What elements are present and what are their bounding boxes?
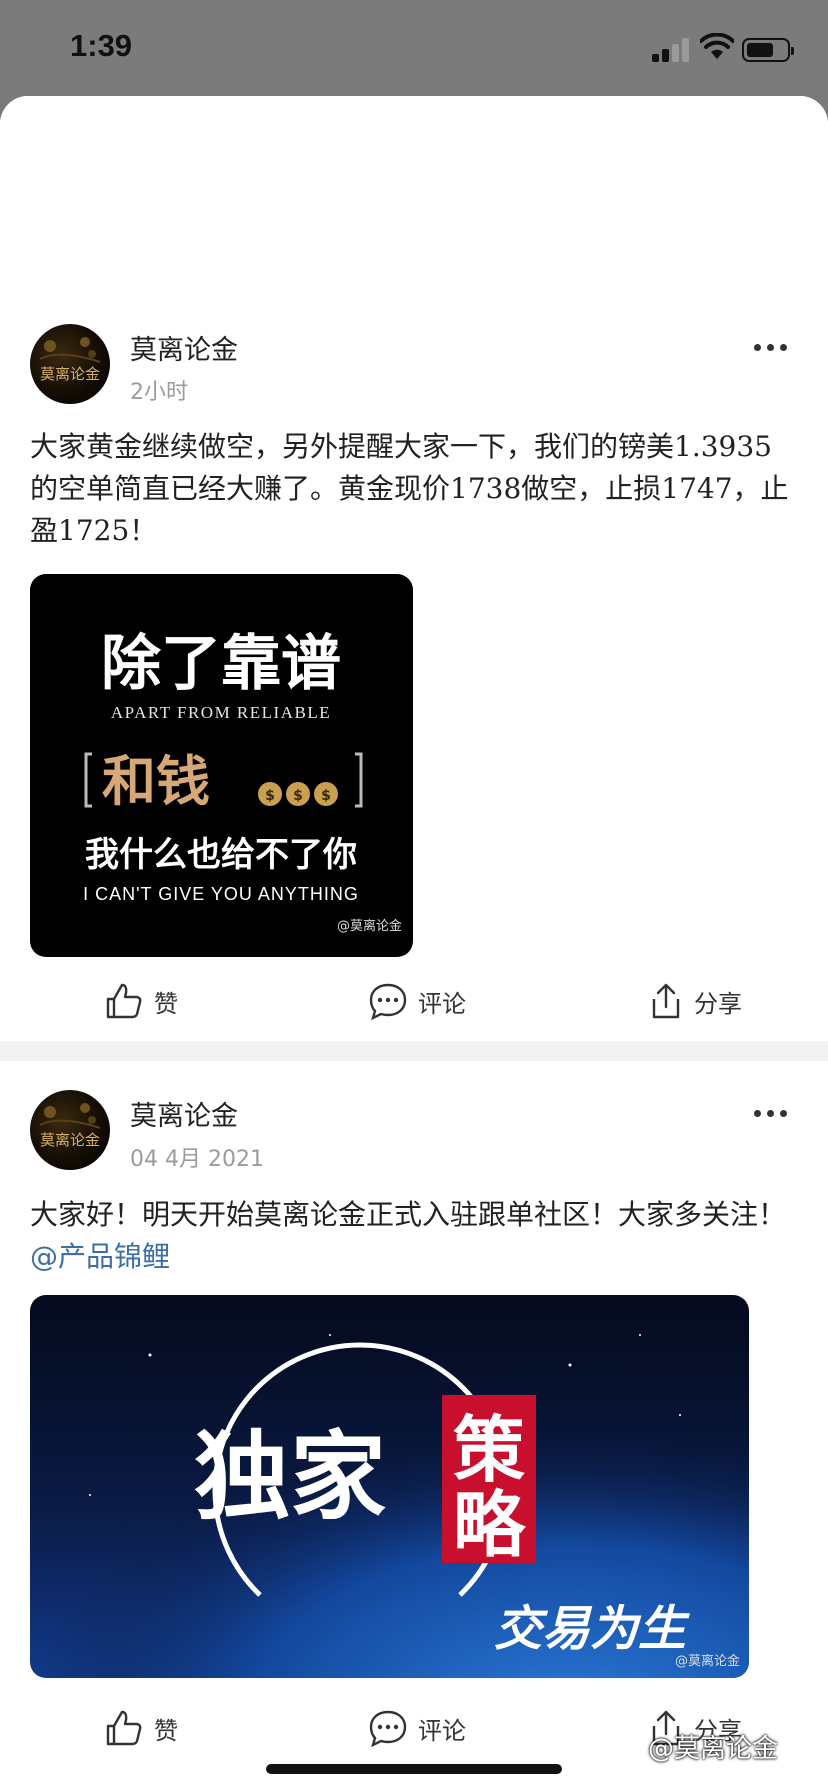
image-red-text-1: 策 (453, 1408, 525, 1492)
image-watermark: @莫离论金 (675, 1653, 740, 1669)
image-red-text-2: 略 (453, 1483, 527, 1567)
comment-label: 评论 (418, 989, 466, 1018)
screenshot-watermark: @莫离论金 (648, 1734, 779, 1764)
post-time: 2小时 (130, 380, 188, 405)
comment-button[interactable]: 评论 (368, 971, 466, 1031)
post-card: 莫离论金 莫离论金 2小时 大家黄金继续做空，另外提醒大家一下，我们的镑美1.3… (0, 96, 828, 1041)
image-big-text: 独家 (194, 1421, 386, 1533)
post-time: 04 4月 2021 (130, 1147, 264, 1172)
image-watermark: @莫离论金 (337, 918, 402, 934)
svg-text:莫离论金: 莫离论金 (40, 1131, 100, 1149)
money-bag-icon: $ $ $ (258, 782, 338, 806)
like-label: 赞 (154, 1716, 178, 1745)
post-text: 大家黄金继续做空，另外提醒大家一下，我们的镑美1.3935的空单简直已经大赚了。… (30, 430, 789, 547)
comment-button[interactable]: 评论 (368, 1698, 466, 1758)
mention-link[interactable]: @产品锦鲤 (30, 1240, 170, 1273)
image-line5: I CAN'T GIVE YOU ANYTHING (83, 884, 359, 904)
avatar-image: 莫离论金 (39, 337, 101, 383)
post-actions: 赞 评论 分享 (0, 971, 828, 1031)
svg-text:$: $ (293, 788, 303, 804)
thumbs-up-icon (106, 1710, 142, 1746)
post-author[interactable]: 莫离论金 (130, 328, 238, 367)
avatar[interactable]: 莫离论金 (30, 324, 110, 404)
svg-text:莫离论金: 莫离论金 (40, 365, 100, 383)
image-slogan: 交易为生 (494, 1601, 690, 1657)
status-time: 1:39 (70, 28, 133, 63)
post-card: 莫离论金 莫离论金 04 4月 2021 大家好！明天开始莫离论金正式入驻跟单社… (0, 1061, 828, 1792)
cellular-signal-icon (652, 38, 692, 62)
image-headline: 除了靠谱 (101, 629, 341, 699)
home-indicator[interactable] (266, 1764, 562, 1774)
post-image[interactable]: 除了靠谱 APART FROM RELIABLE 和钱 $ $ $ 我什么也给不… (30, 574, 413, 957)
post-text: 大家好！明天开始莫离论金正式入驻跟单社区！大家多关注！@产品锦鲤 (30, 1198, 787, 1273)
post-divider (0, 1041, 828, 1061)
image-subline: APART FROM RELIABLE (111, 703, 331, 722)
share-icon (652, 983, 680, 1019)
image-line4: 我什么也给不了你 (85, 835, 357, 875)
like-label: 赞 (154, 989, 178, 1018)
svg-text:$: $ (265, 788, 275, 804)
wifi-icon (700, 33, 734, 59)
thumbs-up-icon (106, 983, 142, 1019)
share-button[interactable]: 分享 (648, 971, 742, 1031)
post-image[interactable]: 独家 策 略 交易为生 @莫离论金 (30, 1295, 749, 1678)
comment-icon (369, 1710, 407, 1748)
post-author[interactable]: 莫离论金 (130, 1094, 238, 1133)
share-label: 分享 (694, 989, 742, 1018)
comment-icon (369, 983, 407, 1021)
status-bar: 1:39 (0, 0, 828, 96)
avatar-image: 莫离论金 (39, 1103, 101, 1149)
comment-label: 评论 (418, 1716, 466, 1745)
like-button[interactable]: 赞 (104, 971, 178, 1031)
more-options-icon[interactable] (754, 1110, 788, 1118)
like-button[interactable]: 赞 (104, 1698, 178, 1758)
weibo-sheet: 微博 5 莫离论金 莫离论金 2小时 大家黄金继续做空，另外提醒大家一下，我们的… (0, 96, 828, 1792)
image-money-text: 和钱 (102, 750, 210, 813)
battery-icon (742, 38, 794, 62)
more-options-icon[interactable] (754, 344, 788, 352)
svg-text:$: $ (321, 788, 331, 804)
avatar[interactable]: 莫离论金 (30, 1090, 110, 1170)
